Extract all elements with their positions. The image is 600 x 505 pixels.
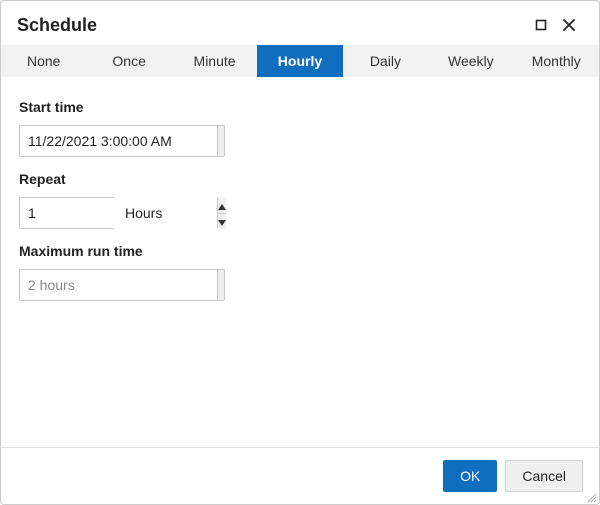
start-time-field [19, 125, 225, 157]
ok-button[interactable]: OK [443, 460, 497, 492]
chevron-up-icon [218, 198, 226, 213]
repeat-step-down-button[interactable] [218, 213, 226, 229]
tab-none[interactable]: None [1, 45, 86, 77]
tab-daily[interactable]: Daily [343, 45, 428, 77]
titlebar: Schedule [1, 1, 599, 45]
tab-weekly[interactable]: Weekly [428, 45, 513, 77]
repeat-step-up-button[interactable] [218, 198, 226, 213]
dialog-content: Start time Repeat [1, 77, 599, 447]
repeat-unit-label: Hours [125, 205, 162, 221]
repeat-input[interactable] [20, 198, 217, 228]
maximize-button[interactable] [527, 11, 555, 39]
start-time-section: Start time [19, 99, 581, 157]
close-icon [563, 19, 575, 31]
schedule-tabs: None Once Minute Hourly Daily Weekly Mon… [1, 45, 599, 77]
close-button[interactable] [555, 11, 583, 39]
repeat-stepper [19, 197, 115, 229]
cancel-button[interactable]: Cancel [505, 460, 583, 492]
tab-hourly[interactable]: Hourly [257, 45, 342, 77]
repeat-label: Repeat [19, 171, 581, 187]
calendar-icon [224, 132, 225, 151]
tab-minute[interactable]: Minute [172, 45, 257, 77]
chevron-down-icon [218, 214, 226, 229]
start-time-label: Start time [19, 99, 581, 115]
start-time-input[interactable] [20, 126, 217, 156]
dialog-footer: OK Cancel [1, 447, 599, 504]
repeat-section: Repeat [19, 171, 581, 229]
maximize-icon [535, 19, 547, 31]
schedule-dialog: Schedule None Once Minute Hourly Daily W… [0, 0, 600, 505]
clock-icon [224, 276, 225, 295]
calendar-picker-button[interactable] [217, 126, 225, 156]
tab-monthly[interactable]: Monthly [514, 45, 599, 77]
max-run-label: Maximum run time [19, 243, 581, 259]
tab-once[interactable]: Once [86, 45, 171, 77]
max-run-field [19, 269, 225, 301]
duration-picker-button[interactable] [217, 270, 225, 300]
max-run-section: Maximum run time [19, 243, 581, 301]
dialog-title: Schedule [17, 15, 527, 36]
max-run-input[interactable] [20, 270, 217, 300]
